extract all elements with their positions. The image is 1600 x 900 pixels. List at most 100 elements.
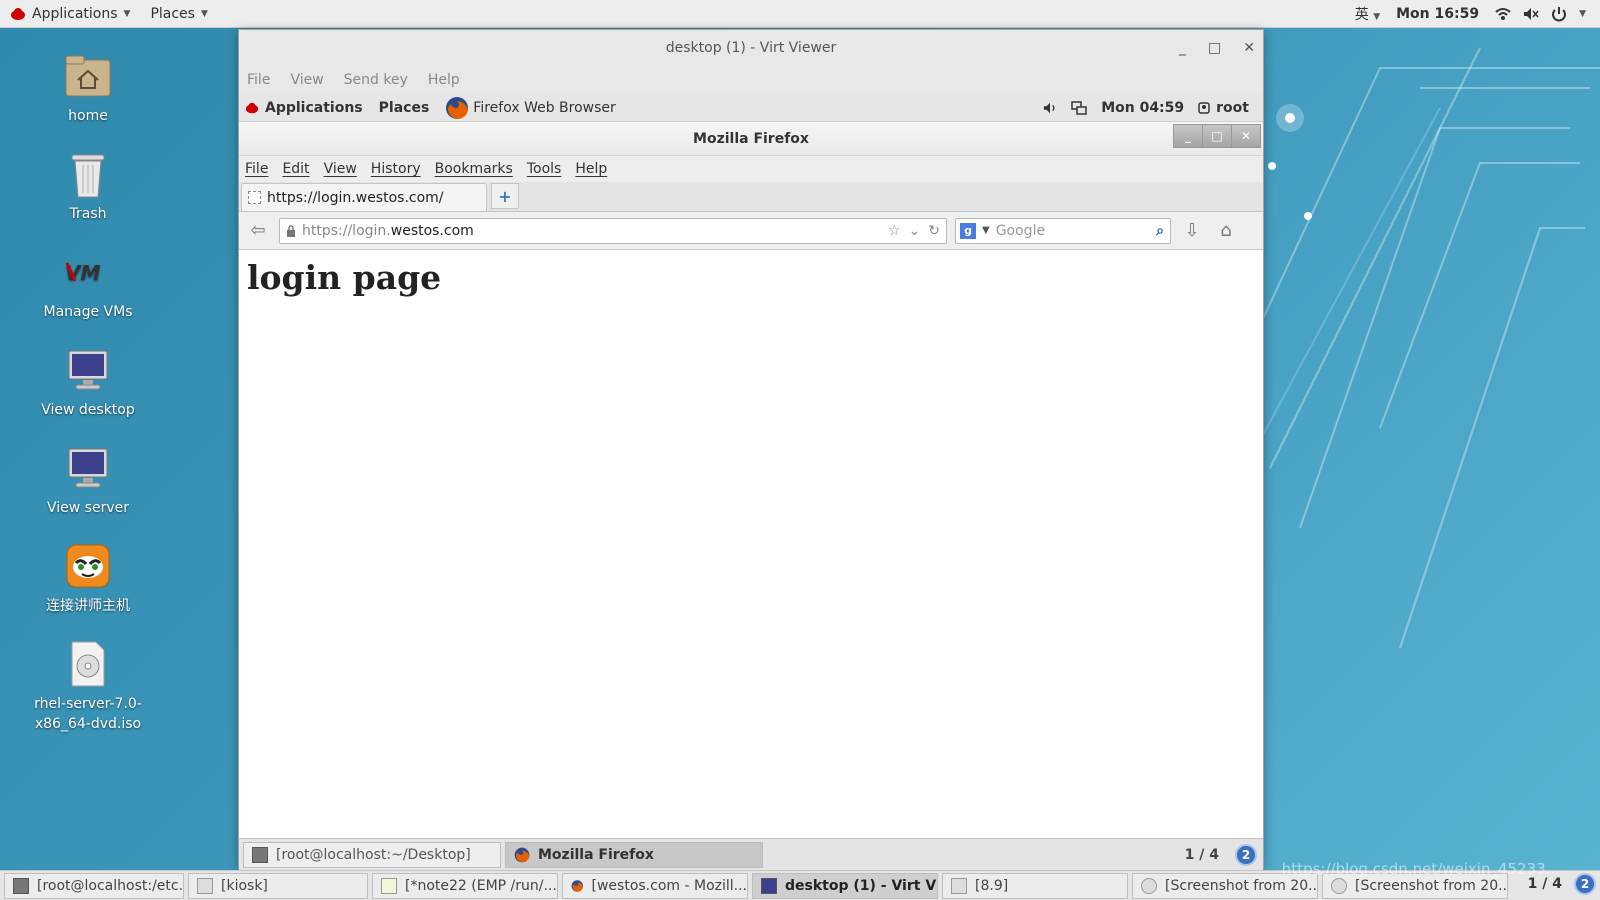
minimize-icon[interactable]: _ [1179,40,1186,56]
desktop-icon-label: Trash [69,206,107,222]
search-bar[interactable]: g ▼ Google ⌕ [955,217,1171,244]
guest-user-label: root [1216,99,1249,116]
guest-running-app[interactable]: Firefox Web Browser [445,96,616,120]
minimize-icon[interactable]: _ [1173,124,1203,148]
desktop-icon-label: Manage VMs [43,304,133,320]
search-icon[interactable]: ⌕ [1156,223,1164,239]
page-heading: login page [247,258,442,297]
trash-icon [60,146,116,202]
file-icon [197,877,213,894]
virt-viewer-window: desktop (1) - Virt Viewer _ □ ✕ File Vie… [238,29,1264,870]
guest-task-terminal[interactable]: [root@localhost:~/Desktop] [243,841,501,868]
close-icon[interactable]: ✕ [1231,124,1261,148]
desktop-icon-rhel-iso[interactable]: rhel-server-7.0- x86_64-dvd.iso [28,636,148,734]
guest-task-firefox[interactable]: Mozilla Firefox [505,841,763,868]
bookmark-star-icon[interactable]: ☆ [888,223,901,239]
search-placeholder: Google [995,222,1046,239]
guest-places-menu[interactable]: Places [379,100,430,116]
menu-help[interactable]: Help [428,72,460,88]
menu-file[interactable]: File [247,72,270,88]
host-task-label: [8.9] [975,877,1009,894]
firefox-icon [571,879,583,892]
desktop-icon-view-desktop[interactable]: View desktop [28,342,148,420]
guest-applications-menu[interactable]: Applications [245,100,363,116]
host-workspace-indicator[interactable]: 1 / 4 [1528,876,1562,892]
workspace-indicator[interactable]: 1 / 4 [1185,847,1219,863]
desktop-icon-connect-teacher[interactable]: 连接讲师主机 [28,538,148,616]
maximize-icon[interactable]: □ [1202,124,1232,148]
clock[interactable]: Mon 16:59 [1396,6,1479,22]
host-task-virt-viewer[interactable]: desktop (1) - Virt Vie... [752,872,938,899]
monitor-icon [60,342,116,398]
host-task-kiosk[interactable]: [kiosk] [188,872,368,899]
firefox-titlebar[interactable]: Mozilla Firefox _ □ ✕ [239,122,1263,156]
system-status-area[interactable]: ▼ [1495,6,1586,22]
download-arrow-icon: ⇩ [1184,220,1200,241]
firefox-icon [446,96,469,119]
desktop-icon-label-line1: rhel-server-7.0- [34,696,142,712]
plus-icon: + [498,186,512,206]
tab-title: https://login.westos.com/ [267,189,444,206]
guest-user-menu[interactable]: root [1198,100,1249,116]
reload-icon[interactable]: ↻ [928,223,940,239]
ff-menu-view[interactable]: View [324,161,357,177]
menu-send-key[interactable]: Send key [344,72,408,88]
desktop-icon-label-line2: x86_64-dvd.iso [34,716,142,732]
guest-display[interactable]: Applications Places Firefox Web Browser … [239,94,1263,870]
new-tab-button[interactable]: + [491,183,519,209]
desktop-icon-view-server[interactable]: View server [28,440,148,518]
text-editor-icon [381,877,397,894]
guest-clock[interactable]: Mon 04:59 [1101,100,1184,116]
ff-menu-edit[interactable]: Edit [282,161,309,177]
places-menu[interactable]: Places ▼ [140,0,217,28]
url-bar[interactable]: https://login.westos.com ☆ ⌄ ↻ [279,217,947,244]
virt-viewer-titlebar[interactable]: desktop (1) - Virt Viewer _ □ ✕ [239,30,1263,66]
maximize-icon[interactable]: □ [1208,40,1221,56]
desktop-icon-label: View server [47,500,129,516]
firefox-window: Mozilla Firefox _ □ ✕ File Edit View His… [239,122,1263,820]
firefox-title: Mozilla Firefox [693,130,809,147]
firefox-tabbar: https://login.westos.com/ + [239,182,1263,212]
network-wired-icon[interactable] [1071,100,1087,115]
window-title: desktop (1) - Virt Viewer [665,40,837,56]
browser-tab[interactable]: https://login.westos.com/ [241,183,487,211]
desktop-icon-trash[interactable]: Trash [28,146,148,224]
tiger-icon [60,538,116,594]
host-task-terminal[interactable]: [root@localhost:/etc... [4,872,184,899]
back-arrow-icon: ⇦ [250,220,266,241]
input-method-label: 英 [1354,7,1369,23]
host-notification-badge[interactable]: 2 [1574,873,1596,895]
host-task-note[interactable]: [*note22 (EMP /run/... [372,872,558,899]
close-icon[interactable]: ✕ [1243,40,1255,56]
desktop-icon-manage-vms[interactable]: VM Manage VMs [28,244,148,322]
applications-menu[interactable]: Applications ▼ [0,0,140,28]
notification-badge[interactable]: 2 [1235,843,1257,866]
firefox-navbar: ⇦ https://login.westos.com ☆ ⌄ ↻ g ▼ Goo… [239,212,1263,250]
power-icon [1552,7,1567,22]
host-task-firefox[interactable]: [westos.com - Mozill... [562,872,748,899]
ff-menu-history[interactable]: History [371,161,421,177]
ff-menu-bookmarks[interactable]: Bookmarks [435,161,513,177]
chevron-down-icon: ▼ [123,8,131,19]
volume-icon [1524,8,1539,20]
input-method-indicator[interactable]: 英 ▼ [1355,4,1380,24]
url-host: westos.com [390,222,474,239]
host-task-8-9[interactable]: [8.9] [942,872,1128,899]
chevron-down-icon[interactable]: ⌄ [909,223,921,239]
terminal-icon [252,846,268,863]
downloads-button[interactable]: ⇩ [1179,218,1205,244]
volume-icon[interactable] [1043,101,1057,115]
desktop-icon-home[interactable]: home [28,48,148,126]
ff-menu-help[interactable]: Help [575,161,607,177]
desktop-icon-label: 连接讲师主机 [46,598,130,614]
menu-view[interactable]: View [290,72,323,88]
back-button[interactable]: ⇦ [245,218,271,244]
desktop-icon-label: View desktop [41,402,135,418]
guest-taskbar: [root@localhost:~/Desktop] Mozilla Firef… [239,838,1263,870]
firefox-menubar: File Edit View History Bookmarks Tools H… [239,156,1263,182]
host-task-label: [root@localhost:/etc... [37,877,184,894]
host-task-label: [westos.com - Mozill... [591,877,747,894]
home-button[interactable]: ⌂ [1213,218,1239,244]
ff-menu-file[interactable]: File [245,161,268,177]
ff-menu-tools[interactable]: Tools [527,161,562,177]
